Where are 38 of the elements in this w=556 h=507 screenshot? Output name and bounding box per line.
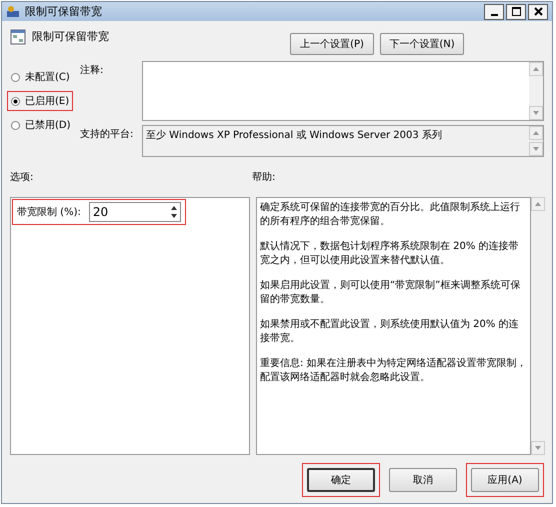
maximize-icon (512, 7, 520, 16)
radio-option[interactable]: 已禁用(D) (7, 115, 75, 135)
spin-up-icon[interactable] (168, 204, 179, 212)
platform-label: 支持的平台: (80, 128, 134, 142)
close-icon (534, 7, 542, 16)
window-title: 限制可保留带宽 (25, 4, 103, 19)
maximize-button[interactable] (506, 4, 526, 20)
help-paragraph: 如果禁用或不配置此设置，则系统使用默认值为 20% 的连接带宽。 (260, 318, 520, 346)
help-paragraph: 重要信息: 如果在注册表中为特定网络适配器设置带宽限制，配置该网络适配器时就会忽略此设置。 (260, 357, 527, 385)
scroll-down-icon[interactable] (531, 441, 545, 455)
bandwidth-spinbox[interactable]: 20 (88, 202, 181, 222)
settings-page-icon (10, 29, 26, 45)
radio-option[interactable]: 已启用(E) (7, 91, 74, 111)
dialog-button[interactable]: 确定 (307, 468, 375, 492)
scroll-up-icon[interactable] (529, 62, 543, 76)
spin-down-icon[interactable] (168, 212, 179, 220)
help-paragraph: 如果启用此设置，则可以使用“带宽限制”框来调整系统可保留的带宽数量。 (260, 279, 522, 307)
comment-label: 注释: (80, 64, 104, 78)
minimize-button[interactable] (484, 4, 504, 20)
bandwidth-label: 带宽限制 (%): (17, 206, 81, 219)
close-button[interactable] (528, 4, 548, 20)
comment-field[interactable] (142, 61, 544, 121)
dialog-button[interactable]: 取消 (389, 468, 457, 492)
help-paragraph: 确定系统可保留的连接带宽的百分比。此值限制系统上运行的所有程序的组合带宽保留。 (260, 201, 521, 229)
nav-button[interactable]: 下一个设置(N) (380, 33, 464, 55)
options-label: 选项: (10, 170, 34, 184)
nav-button[interactable]: 上一个设置(P) (290, 33, 374, 55)
radio-option[interactable]: 未配置(C) (7, 67, 74, 87)
policy-title: 限制可保留带宽 (32, 29, 109, 44)
help-paragraph: 默认情况下，数据包计划程序将系统限制在 20% 的连接带宽之内，但可以使用此设置来替代默认值。 (260, 240, 520, 268)
platform-field: 至少 Windows XP Professional 或 Windows Server 2003 系列 (142, 125, 544, 157)
minimize-icon (490, 14, 498, 16)
scroll-up-icon[interactable] (529, 126, 543, 140)
scroll-down-icon[interactable] (529, 106, 543, 120)
scroll-down-icon[interactable] (529, 142, 543, 156)
help-label: 帮助: (252, 170, 276, 184)
scroll-up-icon[interactable] (531, 197, 545, 211)
dialog-button[interactable]: 应用(A) (471, 468, 539, 492)
